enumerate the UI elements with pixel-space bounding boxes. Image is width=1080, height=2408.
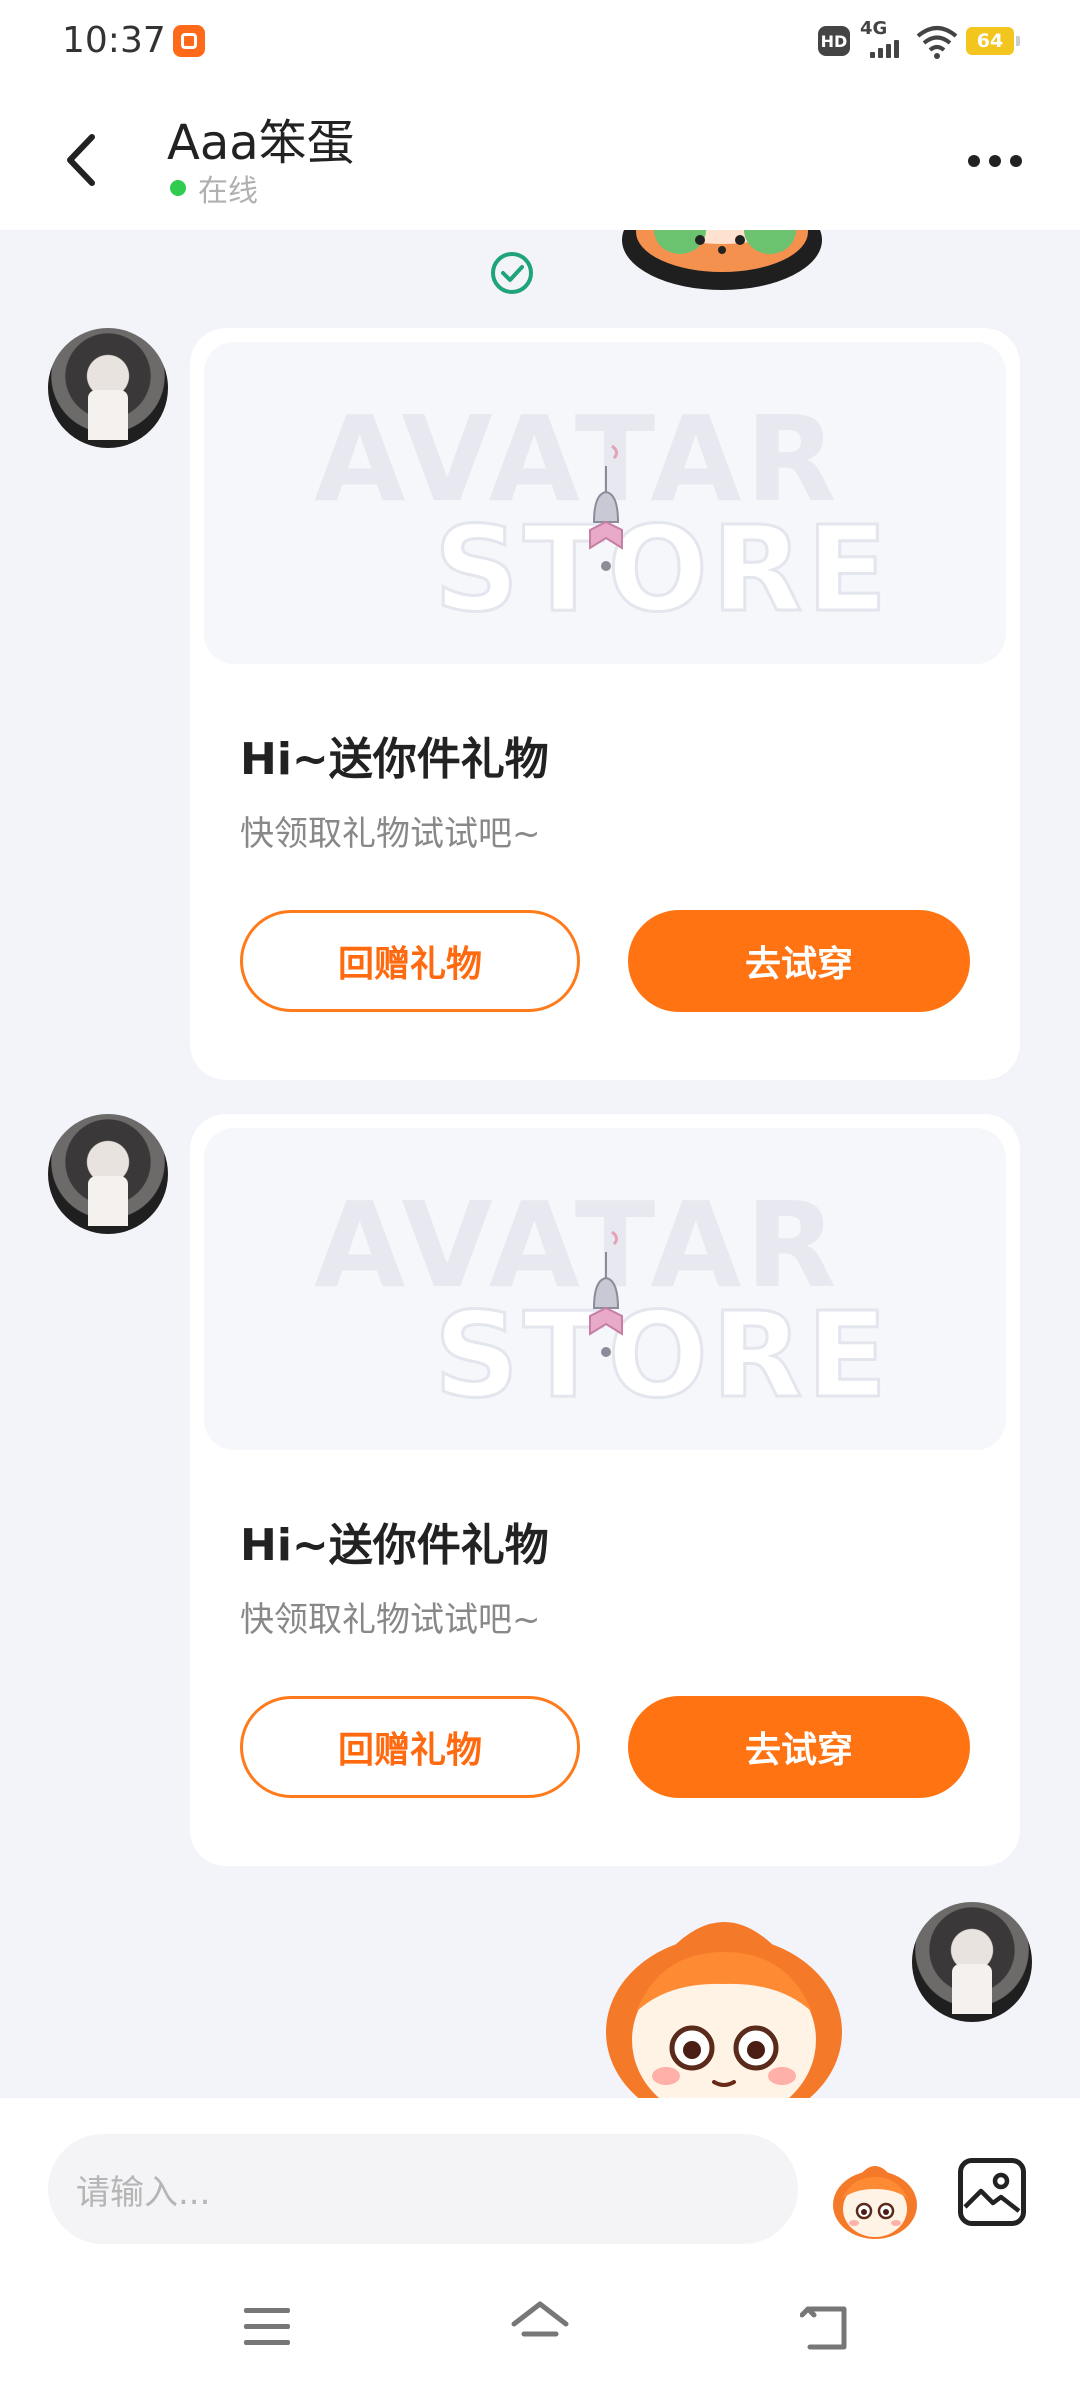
sender-avatar[interactable] (48, 328, 168, 448)
status-bar: 10:37 HD 4G 64 (0, 0, 1080, 85)
network-type-label: 4G (860, 18, 888, 39)
return-gift-button[interactable]: 回赠礼物 (240, 910, 580, 1012)
back-arrow-icon[interactable] (56, 125, 106, 195)
sender-avatar[interactable] (48, 1114, 168, 1234)
more-icon[interactable] (960, 145, 1030, 175)
app-notification-icon (173, 25, 205, 57)
watermark-logo: STORE (432, 1285, 892, 1426)
gift-preview-image[interactable]: AVATAR STORE (204, 342, 1006, 664)
online-indicator (170, 180, 186, 196)
try-on-button[interactable]: 去试穿 (628, 910, 970, 1012)
gift-preview-image[interactable]: AVATAR STORE (204, 1128, 1006, 1450)
bell-charm-image (589, 444, 623, 571)
status-time: 10:37 (62, 20, 166, 61)
back-icon[interactable] (800, 2303, 852, 2353)
mascot-sticker-image[interactable] (600, 1912, 848, 2098)
signal-icon (870, 38, 906, 58)
return-gift-button[interactable]: 回赠礼物 (240, 1696, 580, 1798)
online-status: 在线 (198, 174, 258, 209)
hd-icon: HD (818, 26, 850, 56)
system-nav-bar (0, 2248, 1080, 2408)
self-avatar[interactable] (912, 1902, 1032, 2022)
input-bar: 请输入... (0, 2098, 1080, 2248)
wifi-icon (916, 26, 958, 59)
battery-icon: 64 (966, 27, 1020, 55)
gift-card: AVATAR STORE Hi~送你件礼物 快领取礼物试试吧~ 回赠礼物 去试穿 (190, 1114, 1020, 1866)
sticker-image (622, 230, 822, 290)
sticker-icon[interactable] (830, 2153, 920, 2243)
try-on-button[interactable]: 去试穿 (628, 1696, 970, 1798)
image-icon[interactable] (958, 2158, 1026, 2226)
chat-area[interactable]: AVATAR STORE Hi~送你件礼物 快领取礼物试试吧~ 回赠礼物 去试穿… (0, 230, 1080, 2098)
check-circle-icon (491, 252, 533, 294)
bell-charm-image (589, 1230, 623, 1357)
message-input[interactable]: 请输入... (48, 2134, 798, 2244)
home-icon[interactable] (510, 2298, 570, 2354)
gift-card: AVATAR STORE Hi~送你件礼物 快领取礼物试试吧~ 回赠礼物 去试穿 (190, 328, 1020, 1080)
chat-header: Aaa笨蛋 在线 (0, 85, 1080, 230)
gift-card-subtitle: 快领取礼物试试吧~ (240, 1600, 541, 1640)
gift-card-title: Hi~送你件礼物 (240, 734, 549, 785)
menu-icon[interactable] (244, 2308, 290, 2348)
watermark-logo: STORE (432, 499, 892, 640)
gift-card-title: Hi~送你件礼物 (240, 1520, 549, 1571)
contact-name: Aaa笨蛋 (167, 115, 355, 171)
gift-card-subtitle: 快领取礼物试试吧~ (240, 814, 541, 854)
